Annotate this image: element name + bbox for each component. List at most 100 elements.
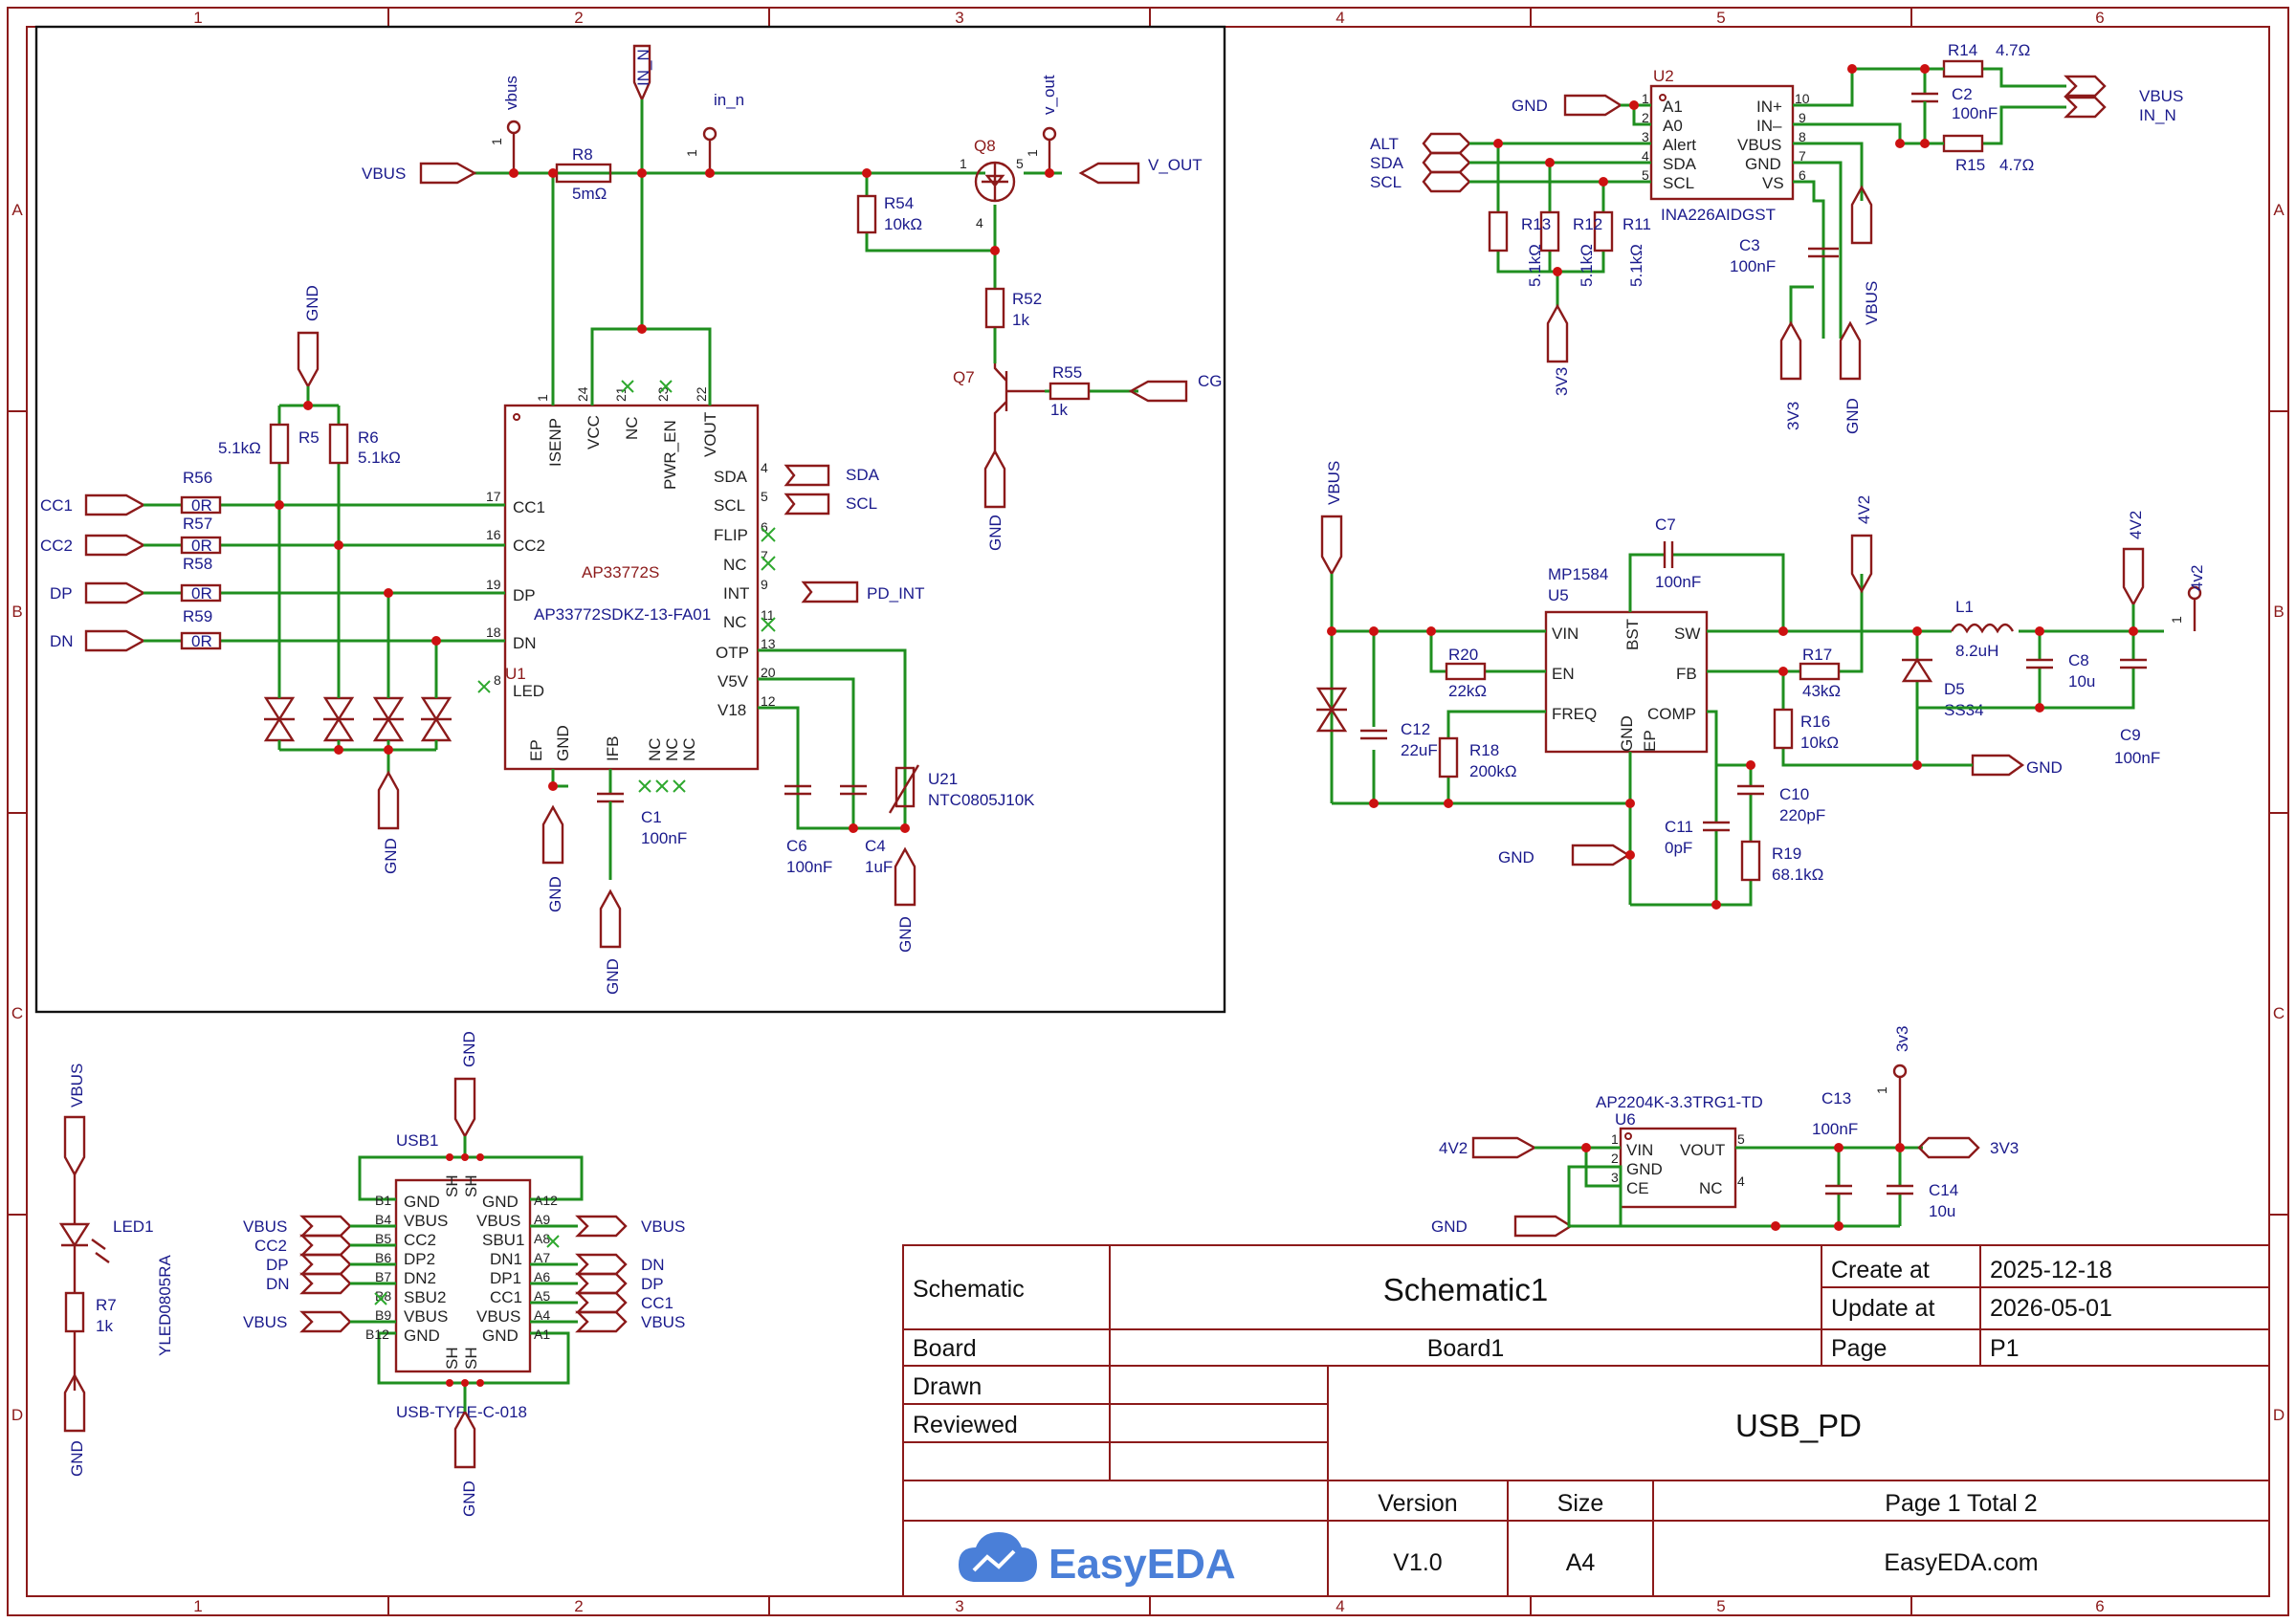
svg-text:NC: NC: [1699, 1179, 1723, 1197]
svg-text:A8: A8: [534, 1231, 550, 1246]
svg-text:AP2204K-3.3TRG1-TD: AP2204K-3.3TRG1-TD: [1596, 1093, 1763, 1111]
svg-text:NC: NC: [680, 737, 698, 761]
svg-text:NC: NC: [663, 737, 681, 761]
svg-text:1: 1: [1025, 149, 1040, 157]
svg-text:C3: C3: [1739, 236, 1760, 254]
svg-text:B1: B1: [375, 1193, 391, 1208]
svg-text:SCL: SCL: [714, 496, 745, 515]
svg-text:5.1kΩ: 5.1kΩ: [1578, 244, 1596, 287]
c4-value: 1uF: [865, 858, 893, 876]
c1-value: 100nF: [641, 829, 687, 847]
svg-text:B12: B12: [365, 1327, 389, 1342]
svg-text:GND: GND: [604, 958, 622, 995]
usb-section: USB1 USB-TYPE-C-018 GND GND VBUS CC2 DP2…: [243, 1031, 685, 1517]
svg-text:1: 1: [535, 394, 550, 402]
net-label-cg: CG: [1198, 372, 1223, 390]
svg-text:R16: R16: [1800, 713, 1830, 731]
svg-text:BST: BST: [1623, 619, 1642, 650]
q8-ref: Q8: [974, 137, 996, 155]
easyeda-logo-icon: EasyEDA: [959, 1532, 1236, 1588]
svg-text:GND: GND: [896, 916, 915, 953]
easyeda-brand: EasyEDA: [1049, 1541, 1236, 1588]
pd-section: VBUS vbus 1 R8 5mΩ IN_N in_n 1 Q8 1 5 4 …: [40, 44, 1223, 995]
svg-text:4.7Ω: 4.7Ω: [1999, 156, 2034, 174]
svg-text:100nF: 100nF: [2114, 749, 2160, 767]
svg-text:SH: SH: [443, 1347, 461, 1370]
tb-create-date: 2025-12-18: [1990, 1257, 2112, 1283]
tb-page-label: Page: [1831, 1335, 1887, 1362]
svg-text:1: 1: [1874, 1086, 1889, 1094]
svg-text:1: 1: [489, 138, 504, 145]
tb-size-value: A4: [1566, 1549, 1596, 1576]
svg-text:SH: SH: [443, 1174, 461, 1197]
q7-ref: Q7: [953, 368, 975, 386]
svg-text:0R: 0R: [191, 632, 212, 650]
buck-section: MP1584 U5 VIN EN FREQ BST SW FB COMP GND…: [1315, 461, 2206, 910]
svg-text:3v3: 3v3: [1893, 1026, 1911, 1052]
net-label-dp: DP: [50, 584, 73, 603]
svg-text:DN1: DN1: [490, 1250, 522, 1268]
svg-text:GND: GND: [460, 1480, 478, 1517]
svg-text:FLIP: FLIP: [714, 526, 748, 544]
svg-text:VBUS: VBUS: [476, 1212, 520, 1230]
svg-text:VOUT: VOUT: [701, 412, 719, 457]
svg-text:C13: C13: [1821, 1089, 1851, 1108]
svg-text:OTP: OTP: [716, 644, 749, 662]
r8-ref: R8: [572, 145, 593, 164]
row-label: A: [11, 201, 23, 219]
row-label: D: [2273, 1406, 2285, 1424]
tvs-diode-group: [263, 689, 453, 750]
svg-text:VBUS: VBUS: [404, 1307, 448, 1326]
svg-text:C8: C8: [2068, 651, 2089, 669]
svg-text:100nF: 100nF: [1730, 257, 1776, 275]
led-section: VBUS LED1 YLED0805RA R7 1k GND: [58, 1064, 174, 1477]
svg-text:4V2: 4V2: [1439, 1139, 1468, 1157]
r8-value: 5mΩ: [572, 185, 607, 203]
svg-text:R18: R18: [1469, 741, 1499, 759]
u2-part: INA226AIDGST: [1661, 206, 1776, 224]
svg-text:D5: D5: [1944, 680, 1965, 698]
svg-text:DN: DN: [513, 634, 537, 652]
svg-text:IN_N: IN_N: [2139, 106, 2176, 124]
tb-board-label: Board: [913, 1335, 977, 1362]
col-label: 2: [574, 1597, 583, 1615]
svg-text:100nF: 100nF: [1952, 104, 1998, 122]
svg-text:GND: GND: [482, 1327, 519, 1345]
net-label-sda: SDA: [846, 466, 880, 484]
svg-text:A1: A1: [1663, 98, 1683, 116]
svg-text:3: 3: [1611, 1170, 1619, 1185]
svg-text:19: 19: [486, 577, 501, 592]
svg-text:1: 1: [684, 149, 699, 157]
svg-text:A1: A1: [534, 1327, 550, 1342]
svg-text:10u: 10u: [1929, 1202, 1955, 1220]
svg-text:5.1kΩ: 5.1kΩ: [358, 449, 401, 467]
svg-text:9: 9: [761, 577, 768, 592]
net-label-3v3: 3V3: [1553, 367, 1571, 396]
u2-ref: U2: [1653, 67, 1674, 85]
svg-text:1: 1: [960, 156, 967, 171]
r54-value: 10kΩ: [884, 215, 922, 233]
svg-text:4.7Ω: 4.7Ω: [1996, 41, 2030, 59]
r54-ref: R54: [884, 194, 914, 212]
svg-text:GND: GND: [1512, 97, 1548, 115]
row-label: C: [2273, 1004, 2285, 1022]
col-label: 3: [955, 9, 963, 27]
r55-ref: R55: [1052, 363, 1082, 382]
col-label: 1: [193, 1597, 202, 1615]
svg-text:220pF: 220pF: [1779, 806, 1825, 824]
svg-text:17: 17: [486, 489, 501, 504]
c6-value: 100nF: [786, 858, 832, 876]
svg-text:R13: R13: [1521, 215, 1551, 233]
svg-text:GND: GND: [1843, 398, 1862, 434]
svg-text:COMP: COMP: [1647, 705, 1696, 723]
svg-text:VS: VS: [1762, 174, 1784, 192]
svg-text:YLED0805RA: YLED0805RA: [156, 1254, 174, 1356]
c1-ref: C1: [641, 808, 662, 826]
svg-text:R7: R7: [96, 1296, 117, 1314]
svg-text:VBUS: VBUS: [1737, 136, 1781, 154]
svg-text:5.1kΩ: 5.1kΩ: [1526, 244, 1544, 287]
col-label: 5: [1716, 1597, 1725, 1615]
svg-text:ISENP: ISENP: [546, 418, 564, 467]
col-label: 4: [1336, 1597, 1344, 1615]
svg-text:VBUS: VBUS: [243, 1313, 287, 1331]
